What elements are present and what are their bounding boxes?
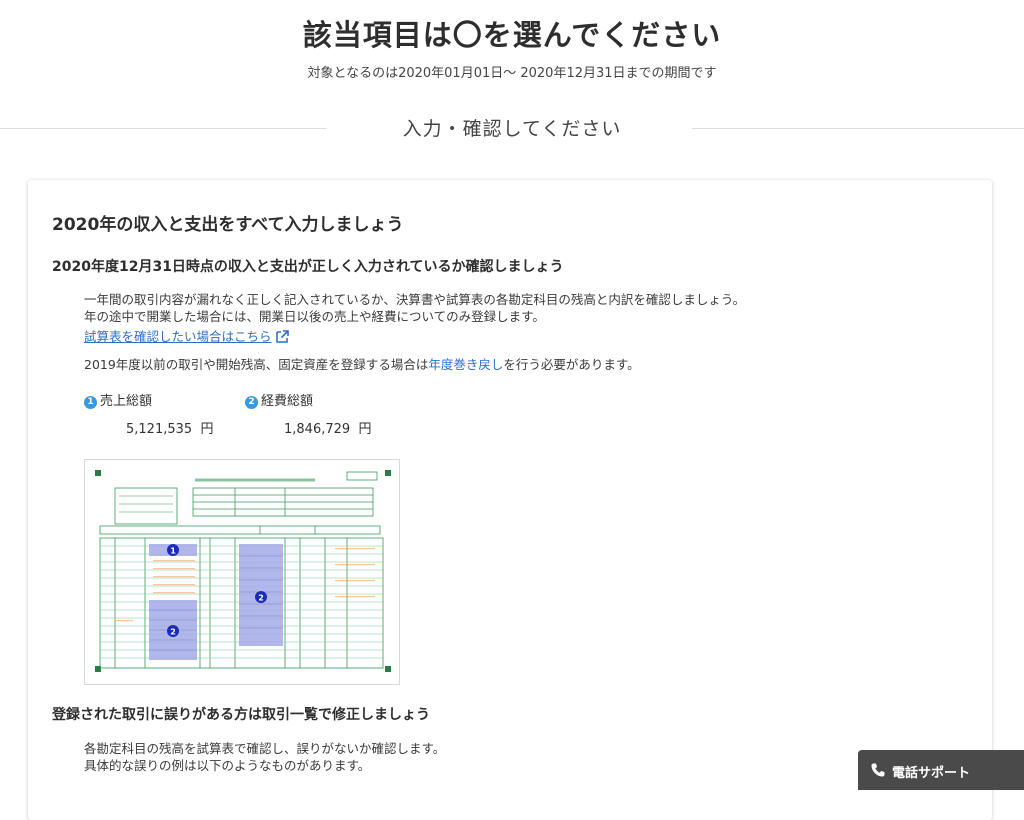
- rollback-note-tail: を行う必要があります。: [503, 357, 640, 372]
- description-line-2: 年の途中で開業した場合には、開業日以後の売上や経費についてのみ登録します。: [84, 309, 545, 324]
- fix-description-line-1: 各勘定科目の残高を試算表で確認し、誤りがないか確認します。: [84, 741, 446, 756]
- badge-1-icon: 1: [84, 396, 97, 409]
- expense-amount: 1,846,729: [284, 422, 351, 437]
- sales-total-label: 1 売上総額: [84, 390, 152, 409]
- sales-total-value: 5,121,535 円: [126, 418, 213, 437]
- rollback-note: 2019年度以前の取引や開始残高、固定資産を登録する場合は年度巻き戻しを行う必要…: [84, 356, 640, 373]
- form-badge-2b-text: 2: [258, 594, 264, 603]
- trial-balance-link[interactable]: 試算表を確認したい場合はこちら: [84, 329, 272, 344]
- fix-description-line-2: 具体的な誤りの例は以下のようなものがあります。: [84, 758, 371, 773]
- sales-total-label-text: 売上総額: [100, 394, 153, 409]
- form-badge-1-text: 1: [170, 547, 176, 556]
- sales-amount: 5,121,535: [126, 422, 193, 437]
- expense-unit: 円: [358, 422, 372, 437]
- external-link-icon[interactable]: [275, 329, 290, 344]
- rollback-note-text: 2019年度以前の取引や開始残高、固定資産を登録する場合は: [84, 357, 429, 372]
- card-title: 2020年の収入と支出をすべて入力しましょう: [52, 215, 404, 235]
- expense-total-label: 2 経費総額: [245, 390, 313, 409]
- phone-icon: [871, 763, 885, 777]
- phone-support-label: 電話サポート: [892, 766, 971, 781]
- badge-2-icon: 2: [245, 396, 258, 409]
- phone-support-button[interactable]: 電話サポート: [858, 750, 1024, 790]
- subheading-check-income: 2020年度12月31日時点の収入と支出が正しく入力されているか確認しましょう: [52, 259, 564, 275]
- tax-form-illustration: 1 2 2: [95, 470, 391, 672]
- trial-balance-link-row: 試算表を確認したい場合はこちら: [84, 328, 290, 345]
- subheading-fix-transactions: 登録された取引に誤りがある方は取引一覧で修正しましょう: [52, 707, 430, 723]
- form-badge-2a-text: 2: [170, 628, 176, 637]
- section-heading: 入力・確認してください: [402, 118, 622, 140]
- sales-unit: 円: [200, 422, 214, 437]
- description-line-1: 一年間の取引内容が漏れなく正しく記入されているか、決算書や試算表の各勘定科目の残…: [84, 292, 746, 307]
- page-title: 該当項目は〇を選んでください: [302, 18, 722, 52]
- content-card: 2020年の収入と支出をすべて入力しましょう 2020年度12月31日時点の収入…: [28, 180, 992, 820]
- tax-return-form-image: 1 2 2: [84, 459, 400, 685]
- expense-total-label-text: 経費総額: [261, 394, 314, 409]
- rollback-link[interactable]: 年度巻き戻し: [428, 357, 503, 372]
- expense-total-value: 1,846,729 円: [284, 418, 371, 437]
- period-subtitle: 対象となるのは2020年01月01日〜 2020年12月31日までの期間です: [307, 66, 717, 81]
